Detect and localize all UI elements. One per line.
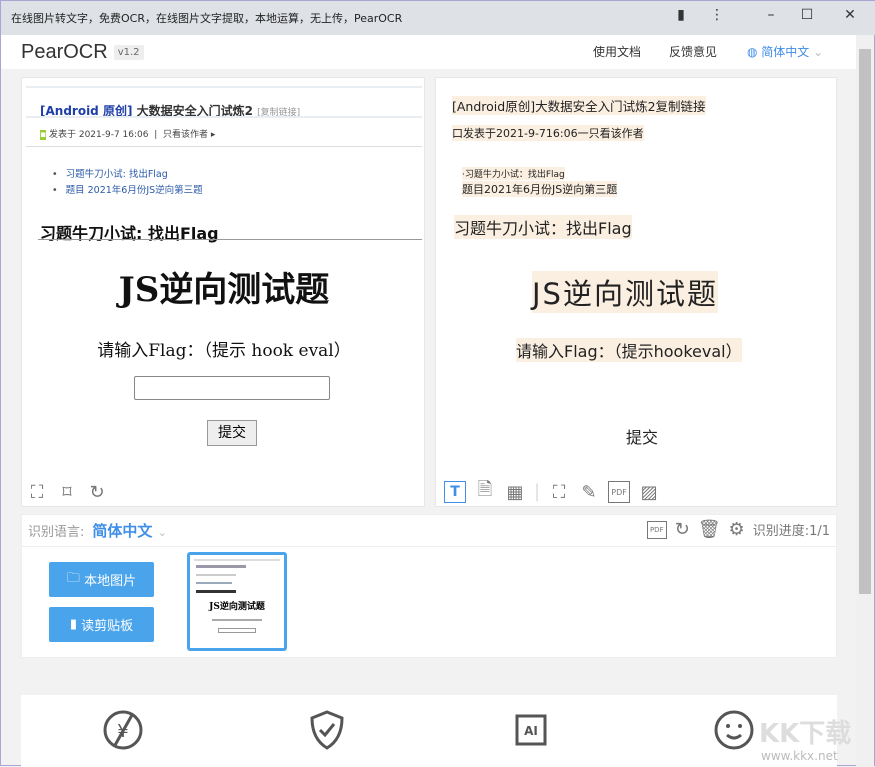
source-image[interactable]: [Android 原创] 大数据安全入门试炼2 [复制链接] ▪ 发表于 202… xyxy=(26,86,422,476)
svg-text:¥: ¥ xyxy=(117,721,128,742)
trash-icon[interactable]: 🗑 xyxy=(698,519,721,540)
local-image-button[interactable]: 🗀 本地图片 xyxy=(49,562,154,597)
refresh-icon[interactable]: ↻ xyxy=(675,519,690,540)
image-toolbar: ⛶ ⌑ ↻ xyxy=(26,481,108,503)
image-thumbnail[interactable]: JS逆向测试题 xyxy=(187,552,287,651)
ocr-line[interactable]: 题目2021年6月份JS逆向第三题 xyxy=(462,181,618,197)
settings-icon[interactable]: ⚙ xyxy=(729,519,745,540)
ocr-line[interactable]: 口发表于2021-9-716:06一只看该作者 xyxy=(452,125,644,141)
scrollbar[interactable] xyxy=(856,35,874,767)
clipboard-icon[interactable]: ▮ xyxy=(669,7,693,23)
ocr-result-panel: [Android原创]大数据安全入门试炼2复制链接 口发表于2021-9-716… xyxy=(435,77,837,507)
more-icon[interactable]: ⋮ xyxy=(705,7,729,23)
crop-icon[interactable]: ⌑ xyxy=(56,481,78,503)
features-row: ¥ AI xyxy=(21,695,837,767)
source-prompt: 请输入Flag：（提示 hook eval） xyxy=(97,341,351,361)
language-label: 识别语言: xyxy=(28,525,85,540)
edit-icon[interactable]: ✎ xyxy=(578,481,600,503)
title-bar: 在线图片转文字，免费OCR，在线图片文字提取，本地运算，无上传，PearOCR … xyxy=(1,1,875,35)
globe-icon: ◍ xyxy=(747,45,762,59)
chevron-down-icon: ⌄ xyxy=(813,45,824,59)
scrollbar-thumb[interactable] xyxy=(859,49,871,594)
logo: PearOCR xyxy=(21,40,108,63)
ocr-line[interactable]: JS逆向测试题 xyxy=(532,271,718,313)
language-select[interactable]: ◍ 简体中文 ⌄ xyxy=(747,43,823,60)
document-icon[interactable]: 🗎 xyxy=(474,479,496,503)
read-clipboard-button[interactable]: ▮ 读剪贴板 xyxy=(49,607,154,642)
fullscreen-icon[interactable]: ⛶ xyxy=(548,481,570,503)
feedback-link[interactable]: 反馈意见 xyxy=(669,43,717,60)
pdf-export-icon[interactable]: PDF xyxy=(646,520,667,539)
text-mode-icon[interactable]: T xyxy=(444,481,466,503)
minimize-button[interactable]: – xyxy=(759,7,783,23)
fullscreen-icon[interactable]: ⛶ xyxy=(26,481,48,503)
no-fee-icon: ¥ xyxy=(103,710,143,750)
watermark: KK下载 xyxy=(759,719,852,749)
rotate-icon[interactable]: ↻ xyxy=(86,481,108,503)
source-h1: JS逆向测试题 xyxy=(118,270,330,310)
recognition-panel: 识别语言: 简体中文 ⌄ PDF ↻ 🗑 ⚙ 识别进度:1/1 🗀 本地图片 ▮… xyxy=(21,514,837,658)
version-badge: v1.2 xyxy=(113,44,144,60)
app-header: PearOCR v1.2 使用文档 反馈意见 ◍ 简体中文 ⌄ xyxy=(1,35,856,69)
recognition-language-select[interactable]: 简体中文 ⌄ xyxy=(92,520,166,541)
window-title: 在线图片转文字，免费OCR，在线图片文字提取，本地运算，无上传，PearOCR xyxy=(11,12,403,25)
post-meta: ▪ 发表于 2021-9-7 16:06 | 只看该作者 ▸ xyxy=(40,130,216,140)
thumbnail-heading: JS逆向测试题 xyxy=(209,602,265,612)
source-flag-input xyxy=(134,376,330,400)
result-toolbar: T 🗎 ▦ | ⛶ ✎ PDF ▨ xyxy=(444,479,660,503)
svg-text:AI: AI xyxy=(524,724,538,738)
close-button[interactable]: ✕ xyxy=(838,7,862,23)
list-item: 习题牛刀小试: 找出Flag xyxy=(52,166,168,180)
list-item: 题目 2021年6月份JS逆向第三题 xyxy=(52,182,203,196)
folder-icon: 🗀 xyxy=(66,570,85,586)
source-image-panel: [Android 原创] 大数据安全入门试炼2 [复制链接] ▪ 发表于 202… xyxy=(21,77,425,507)
source-submit: 提交 xyxy=(207,420,257,446)
pdf-icon[interactable]: PDF xyxy=(608,481,631,503)
smile-icon xyxy=(714,710,754,750)
ocr-line[interactable]: 习题牛刀小试：找出Flag xyxy=(454,215,632,239)
image-export-icon[interactable]: ▨ xyxy=(638,481,660,503)
ocr-line[interactable]: [Android原创]大数据安全入门试炼2复制链接 xyxy=(452,96,706,115)
clipboard-icon: ▮ xyxy=(69,617,82,632)
security-shield-icon xyxy=(310,710,344,750)
recognition-progress: 识别进度:1/1 xyxy=(752,524,830,539)
docs-link[interactable]: 使用文档 xyxy=(593,43,641,60)
language-label: 简体中文 xyxy=(761,45,810,59)
ai-chip-icon: AI xyxy=(515,714,547,746)
ocr-line[interactable]: 请输入Flag：（提示hookeval） xyxy=(516,338,742,362)
ocr-line[interactable]: 提交 xyxy=(626,424,658,448)
watermark-url: www.kkx.net xyxy=(761,749,838,763)
maximize-button[interactable]: ☐ xyxy=(795,7,819,23)
ocr-line[interactable]: ·习题牛力小试：找出Flag xyxy=(462,167,565,180)
table-icon[interactable]: ▦ xyxy=(504,481,526,503)
source-heading: 习题牛刀小试: 找出Flag xyxy=(40,224,219,243)
